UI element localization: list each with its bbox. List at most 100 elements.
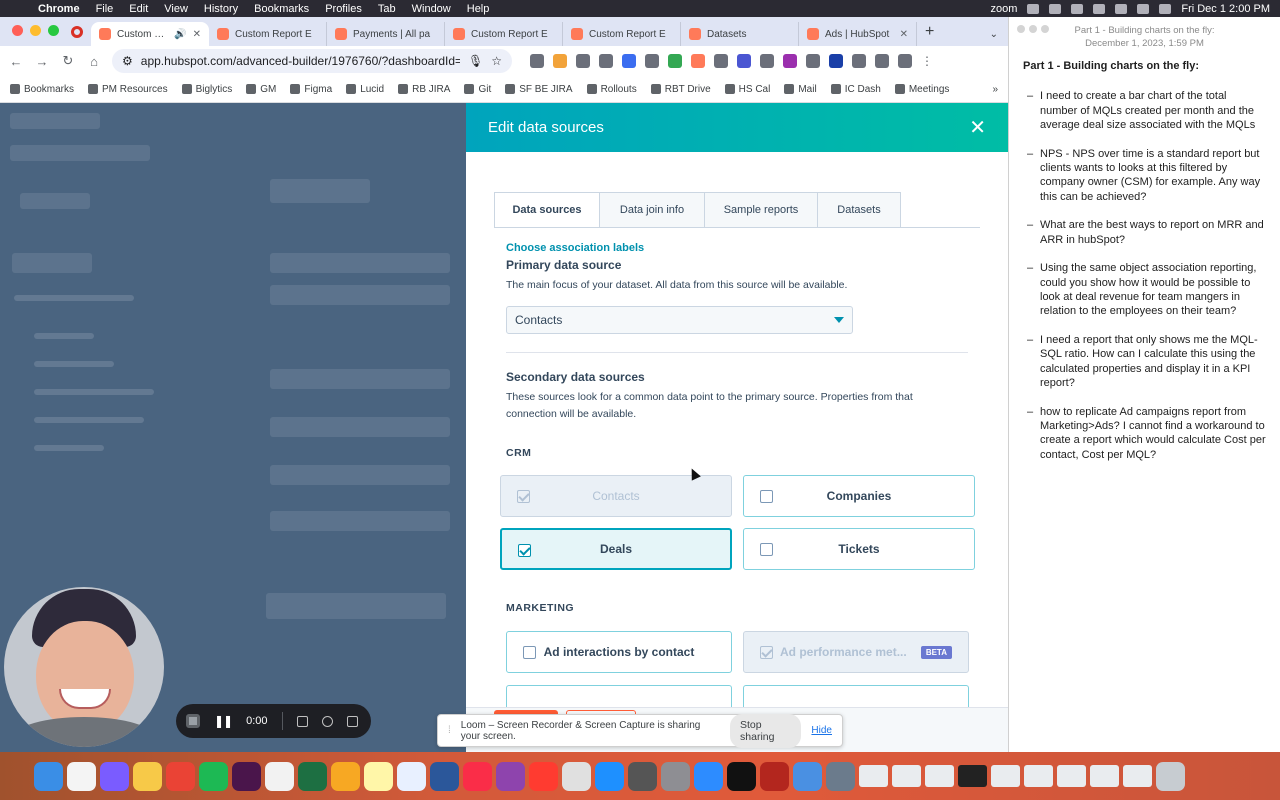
menu-history[interactable]: History xyxy=(204,3,238,15)
tab-datasets[interactable]: Datasets xyxy=(818,192,901,228)
trash-icon[interactable] xyxy=(346,715,358,727)
minimized-window-thumbnail[interactable] xyxy=(958,765,987,787)
choose-association-labels-link[interactable]: Choose association labels xyxy=(506,242,644,254)
search-icon[interactable] xyxy=(1137,3,1150,14)
bookmark-item[interactable]: Mail xyxy=(784,84,817,95)
extension-icon[interactable] xyxy=(599,54,613,68)
menu-profiles[interactable]: Profiles xyxy=(325,3,362,15)
tab-custom-report-active[interactable]: Custom Rep 🔊 ✕ xyxy=(91,22,209,46)
webcam-bubble[interactable] xyxy=(4,587,164,747)
microphone-icon[interactable]: 🎙 xyxy=(468,54,483,68)
back-icon[interactable]: ← xyxy=(8,54,24,69)
bookmarks-overflow-icon[interactable]: » xyxy=(992,84,998,95)
tab-custom-report-2[interactable]: Custom Report E xyxy=(209,22,327,46)
chrome-icon[interactable] xyxy=(166,761,195,791)
close-icon[interactable]: ✕ xyxy=(969,115,986,140)
bluetooth-icon[interactable] xyxy=(1049,3,1062,14)
minimized-window-thumbnail[interactable] xyxy=(859,765,888,787)
bookmark-item[interactable]: RBT Drive xyxy=(650,84,711,95)
pause-icon[interactable]: ❚❚ xyxy=(214,714,233,728)
tab-search-icon[interactable]: ⌄ xyxy=(980,29,1008,46)
stop-recording-button[interactable] xyxy=(186,714,200,728)
bookmark-item[interactable]: Rollouts xyxy=(586,84,637,95)
extension-icon[interactable] xyxy=(576,54,590,68)
menu-file[interactable]: File xyxy=(96,3,114,15)
extension-icon[interactable] xyxy=(760,54,774,68)
bookmark-star-icon[interactable]: ☆ xyxy=(491,54,502,68)
mail-icon[interactable] xyxy=(793,761,822,791)
source-card-partial[interactable] xyxy=(743,685,969,707)
menu-app-name[interactable]: Chrome xyxy=(38,3,80,15)
menu-help[interactable]: Help xyxy=(467,3,490,15)
extension-icon[interactable] xyxy=(829,54,843,68)
drag-handle-icon[interactable]: ⁞ xyxy=(448,725,451,736)
bookmark-item[interactable]: Git xyxy=(464,84,491,95)
minimize-window-icon[interactable] xyxy=(30,25,41,36)
checkbox-icon[interactable] xyxy=(523,646,536,659)
reload-icon[interactable]: ↻ xyxy=(60,53,76,69)
close-window-icon[interactable] xyxy=(1017,25,1025,33)
tab-custom-report-3[interactable]: Custom Report E xyxy=(445,22,563,46)
bookmark-item[interactable]: RB JIRA xyxy=(398,84,450,95)
minimize-window-icon[interactable] xyxy=(1029,25,1037,33)
excel-icon[interactable] xyxy=(298,761,327,791)
record-icon[interactable] xyxy=(1027,3,1040,14)
url-text[interactable]: app.hubspot.com/advanced-builder/1976760… xyxy=(141,54,460,68)
checkbox-icon[interactable] xyxy=(518,544,531,557)
notes-content[interactable]: Part 1 - Building charts on the fly: I n… xyxy=(1009,47,1280,462)
tab-ads[interactable]: Ads | HubSpot ✕ xyxy=(799,22,917,46)
menu-tab[interactable]: Tab xyxy=(378,3,396,15)
photos-icon[interactable] xyxy=(133,761,162,791)
scanner-icon[interactable] xyxy=(826,761,855,791)
tab-sample-reports[interactable]: Sample reports xyxy=(705,192,818,228)
tab-payments[interactable]: Payments | All pa xyxy=(327,22,445,46)
app-store-icon[interactable] xyxy=(595,761,624,791)
maximize-window-icon[interactable] xyxy=(1041,25,1049,33)
preview-icon[interactable] xyxy=(562,761,591,791)
bookmark-item[interactable]: GM xyxy=(246,84,276,95)
menu-bookmarks[interactable]: Bookmarks xyxy=(254,3,309,15)
home-icon[interactable]: ⌂ xyxy=(86,54,102,69)
freeform-icon[interactable] xyxy=(397,761,426,791)
zoom-status[interactable]: zoom xyxy=(990,3,1017,15)
url-omnibox[interactable]: ⚙ app.hubspot.com/advanced-builder/19767… xyxy=(112,49,512,73)
minimized-window-thumbnail[interactable] xyxy=(1123,765,1152,787)
notes-icon[interactable] xyxy=(364,761,393,791)
menu-view[interactable]: View xyxy=(164,3,188,15)
news-icon[interactable] xyxy=(529,761,558,791)
extension-icon[interactable] xyxy=(668,54,682,68)
extension-icon[interactable] xyxy=(806,54,820,68)
bookmark-item[interactable]: Biglytics xyxy=(181,84,232,95)
source-card-tickets[interactable]: Tickets xyxy=(743,528,975,570)
source-card-partial[interactable] xyxy=(506,685,732,707)
minimized-window-thumbnail[interactable] xyxy=(925,765,954,787)
extension-icon[interactable] xyxy=(553,54,567,68)
extension-icon[interactable] xyxy=(737,54,751,68)
tab-datasets[interactable]: Datasets xyxy=(681,22,799,46)
podcasts-icon[interactable] xyxy=(496,761,525,791)
minimized-window-thumbnail[interactable] xyxy=(1057,765,1086,787)
play-icon[interactable] xyxy=(1071,3,1084,14)
minimized-window-thumbnail[interactable] xyxy=(892,765,921,787)
restart-icon[interactable] xyxy=(321,715,333,727)
drawing-tool-icon[interactable] xyxy=(296,715,308,727)
source-card-ad-interactions[interactable]: Ad interactions by contact xyxy=(506,631,732,673)
launchpad-icon[interactable] xyxy=(100,761,129,791)
forward-icon[interactable]: → xyxy=(34,54,50,69)
source-card-companies[interactable]: Companies xyxy=(743,475,975,517)
reminders-icon[interactable] xyxy=(265,761,294,791)
wifi-icon[interactable] xyxy=(1115,3,1128,14)
calendar-icon[interactable] xyxy=(67,761,96,791)
extension-icon[interactable] xyxy=(783,54,797,68)
finder-icon[interactable] xyxy=(34,761,63,791)
bookmark-item[interactable]: PM Resources xyxy=(88,84,168,95)
bookmark-item[interactable]: SF BE JIRA xyxy=(505,84,573,95)
extension-icon[interactable] xyxy=(530,54,544,68)
spotify-icon[interactable] xyxy=(199,761,228,791)
music-icon[interactable] xyxy=(463,761,492,791)
word-icon[interactable] xyxy=(430,761,459,791)
bookmark-item[interactable]: Meetings xyxy=(894,84,949,95)
menu-window[interactable]: Window xyxy=(412,3,451,15)
battery-icon[interactable] xyxy=(1093,3,1106,14)
bookmark-item[interactable]: IC Dash xyxy=(830,84,881,95)
